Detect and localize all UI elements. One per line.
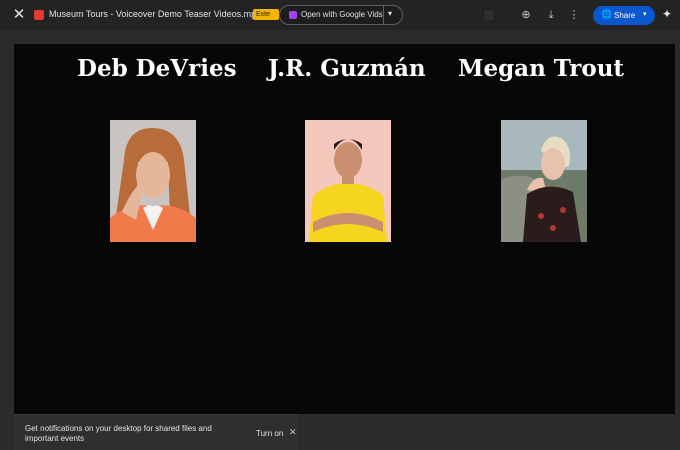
open-with-divider xyxy=(383,6,384,24)
headshot-photo xyxy=(501,120,587,242)
share-label: Share xyxy=(614,11,636,20)
person-name: Deb DeVries xyxy=(77,55,237,82)
close-icon[interactable]: ✕ xyxy=(10,6,28,24)
globe-icon: 🌐 xyxy=(601,9,613,19)
video-file-icon xyxy=(34,10,44,20)
open-with-label: Open with Google Vids xyxy=(301,10,383,19)
turn-on-button[interactable]: Turn on xyxy=(256,429,283,438)
chevron-down-icon[interactable]: ▾ xyxy=(388,9,392,18)
notification-toast: Get notifications on your desktop for sh… xyxy=(14,414,298,450)
share-button[interactable]: 🌐 Share ▾ xyxy=(593,6,655,25)
google-vids-icon xyxy=(289,11,297,19)
gemini-icon[interactable]: ✦ xyxy=(662,7,672,21)
more-options-icon[interactable]: ⋮ xyxy=(566,7,582,23)
person-name: J.R. Guzmán xyxy=(268,55,426,82)
file-title: Museum Tours - Voiceover Demo Teaser Vid… xyxy=(49,9,262,19)
share-chevron-down-icon[interactable]: ▾ xyxy=(643,10,647,18)
add-shortcut-icon[interactable]: ⊕ xyxy=(518,7,534,23)
headshot-photo xyxy=(110,120,196,242)
top-bar: ✕ Museum Tours - Voiceover Demo Teaser V… xyxy=(0,0,680,30)
toast-message: Get notifications on your desktop for sh… xyxy=(25,424,212,443)
extension-badge[interactable]: Exte xyxy=(253,9,279,20)
open-with-button[interactable]: Open with Google Vids ▾ xyxy=(279,5,403,25)
person-name: Megan Trout xyxy=(458,55,625,82)
headshot-photo xyxy=(305,120,391,242)
download-icon[interactable]: ⤓ xyxy=(543,7,559,23)
toast-close-icon[interactable]: ✕ xyxy=(289,427,297,438)
grid-icon: ▦ xyxy=(483,9,495,21)
